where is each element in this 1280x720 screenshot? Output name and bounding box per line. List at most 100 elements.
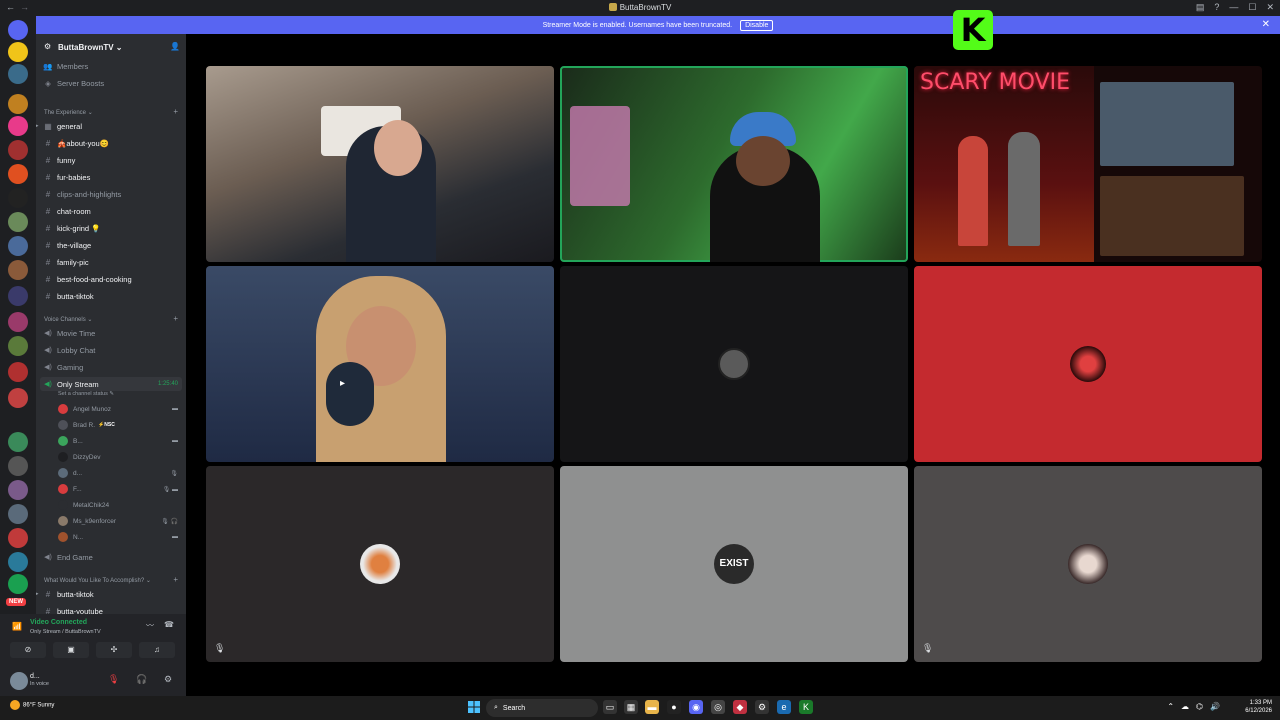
server-boosts-link[interactable]: ◈ Server Boosts <box>42 76 104 90</box>
set-channel-status[interactable]: Set a channel status ✎ <box>58 391 114 397</box>
disable-streamer-mode-button[interactable]: Disable <box>740 19 774 31</box>
category-experience[interactable]: The Experience ⌄ <box>44 109 93 116</box>
mic-muted-icon[interactable]: 🎙 <box>108 674 119 685</box>
server-icon-12[interactable] <box>8 312 28 332</box>
channel-family-pic[interactable]: # family-pic <box>42 255 89 269</box>
maximize-button[interactable]: ☐ <box>1248 2 1256 13</box>
weather-widget[interactable]: 86°F Sunny <box>10 700 54 710</box>
server-name[interactable]: ButtaBrownTV ⌄ <box>58 43 122 52</box>
server-icon-22[interactable] <box>8 574 28 594</box>
server-header[interactable]: ⚙ ButtaBrownTV ⌄ 👤 <box>36 34 186 60</box>
channel-kick-grind[interactable]: # kick-grind 💡 <box>42 221 101 235</box>
volume-icon[interactable]: 🔊 <box>1210 702 1220 711</box>
channel-clips[interactable]: # clips-and-highlights <box>42 187 121 201</box>
voice-member[interactable]: Brad R. ⚡NSC <box>58 418 182 432</box>
channel-butta-youtube[interactable]: # butta-youtube <box>42 604 103 615</box>
home-icon[interactable] <box>8 20 28 40</box>
server-icon-6[interactable] <box>8 164 28 184</box>
screen-share-button[interactable]: ▣ <box>53 642 89 658</box>
soundboard-button[interactable]: ♫ <box>139 642 175 658</box>
network-icon[interactable]: ⌬ <box>1196 702 1203 711</box>
video-tile-4[interactable]: ▸ <box>206 266 554 462</box>
app-icon-3[interactable]: ◆ <box>733 700 747 714</box>
server-icon-16[interactable] <box>8 432 28 452</box>
video-tile-2[interactable]: 🎙 <box>560 66 908 262</box>
voice-channel-movie-time[interactable]: ◀) Movie Time <box>42 326 95 340</box>
server-icon-4[interactable] <box>8 116 28 136</box>
tray-app-icon[interactable]: ☁ <box>1181 702 1189 711</box>
server-icon-20[interactable] <box>8 528 28 548</box>
server-settings-icon[interactable]: ⚙ <box>44 42 51 51</box>
voice-channel-gaming[interactable]: ◀) Gaming <box>42 360 83 374</box>
server-icon-10[interactable] <box>8 260 28 280</box>
video-tile-8[interactable]: EXIST <box>560 466 908 662</box>
user-name[interactable]: d... <box>30 673 40 680</box>
server-icon-5[interactable] <box>8 140 28 160</box>
server-icon-2[interactable] <box>8 64 28 84</box>
task-view-icon[interactable]: ▭ <box>603 700 617 714</box>
channel-butta-tiktok-2[interactable]: ▸ # butta-tiktok <box>36 587 94 601</box>
add-voice-channel-icon[interactable]: + <box>173 314 178 323</box>
voice-channel-lobby-chat[interactable]: ◀) Lobby Chat <box>42 343 95 357</box>
inbox-icon[interactable]: ▤ <box>1196 2 1205 13</box>
headphones-icon[interactable]: 🎧 <box>136 674 147 685</box>
members-link[interactable]: 👥 Members <box>42 59 88 73</box>
server-icon-3[interactable] <box>8 94 28 114</box>
store-icon[interactable]: ▦ <box>624 700 638 714</box>
add-channel-icon[interactable]: + <box>173 575 178 584</box>
disconnect-icon[interactable]: ☎ <box>164 620 174 629</box>
server-icon-11[interactable] <box>8 286 28 306</box>
voice-channel-only-stream[interactable]: ◀) Only Stream 1:25:40 <box>40 377 182 391</box>
file-explorer-icon[interactable]: ▬ <box>645 700 659 714</box>
channel-the-village[interactable]: # the-village <box>42 238 91 252</box>
video-tile-9[interactable]: 🎙 <box>914 466 1262 662</box>
tray-chevron-icon[interactable]: ⌃ <box>1167 702 1174 711</box>
server-icon-15[interactable] <box>8 388 28 408</box>
channel-best-food[interactable]: # best-food-and-cooking <box>42 272 132 286</box>
settings-icon[interactable]: ⚙ <box>755 700 769 714</box>
video-tile-5[interactable] <box>560 266 908 462</box>
voice-member[interactable]: DizzyDev <box>58 450 182 464</box>
edge-icon[interactable]: e <box>777 700 791 714</box>
camera-button[interactable]: ⊘ <box>10 642 46 658</box>
clock[interactable]: 1:33 PM 6/12/2026 <box>1245 699 1272 715</box>
help-icon[interactable]: ? <box>1214 2 1219 13</box>
settings-gear-icon[interactable]: ⚙ <box>164 674 172 685</box>
minimize-button[interactable]: — <box>1229 2 1238 13</box>
activities-button[interactable]: ✣ <box>96 642 132 658</box>
voice-channel-end-game[interactable]: ◀) End Game <box>42 550 93 564</box>
voice-member[interactable]: d... 🎙 <box>58 466 182 480</box>
windows-start-icon[interactable] <box>468 701 480 713</box>
video-tile-screen-share[interactable]: SCARY MOVIE 🎙 <box>914 66 1262 262</box>
channel-chat-room[interactable]: # chat-room <box>42 204 91 218</box>
server-icon-18[interactable] <box>8 480 28 500</box>
voice-member[interactable]: Angel Munoz ▬ <box>58 402 182 416</box>
channel-funny[interactable]: # funny <box>42 153 76 167</box>
voice-member[interactable]: B... ▬ <box>58 434 182 448</box>
voice-member[interactable]: F... 🎙 ▬ <box>58 482 182 496</box>
server-icon-14[interactable] <box>8 362 28 382</box>
server-icon-21[interactable] <box>8 552 28 572</box>
noise-suppression-icon[interactable]: 〰 <box>146 620 154 631</box>
category-voice[interactable]: Voice Channels ⌄ <box>44 316 92 323</box>
server-icon-9[interactable] <box>8 236 28 256</box>
voice-member[interactable]: N... ▬ <box>58 530 182 544</box>
server-icon-7[interactable] <box>8 188 28 208</box>
video-tile-6[interactable] <box>914 266 1262 462</box>
server-icon-19[interactable] <box>8 504 28 524</box>
voice-status-title[interactable]: Video Connected <box>30 619 87 626</box>
server-icon-17[interactable] <box>8 456 28 476</box>
close-window-button[interactable]: ✕ <box>1266 2 1274 13</box>
server-icon-13[interactable] <box>8 336 28 356</box>
channel-about-you[interactable]: # 🎪about-you😊 <box>42 136 109 150</box>
voice-member[interactable]: MetalChik24 <box>58 498 182 512</box>
channel-fur-babies[interactable]: # fur-babies <box>42 170 91 184</box>
taskbar-search[interactable]: ⌕ Search <box>486 699 598 717</box>
app-icon-2[interactable]: ◎ <box>711 700 725 714</box>
app-icon[interactable]: ● <box>667 700 681 714</box>
invite-icon[interactable]: 👤 <box>170 42 180 51</box>
server-icon-1[interactable] <box>8 42 28 62</box>
avatar[interactable] <box>10 672 28 690</box>
server-icon-8[interactable] <box>8 212 28 232</box>
channel-general[interactable]: ▸ ▦ general <box>36 119 82 133</box>
